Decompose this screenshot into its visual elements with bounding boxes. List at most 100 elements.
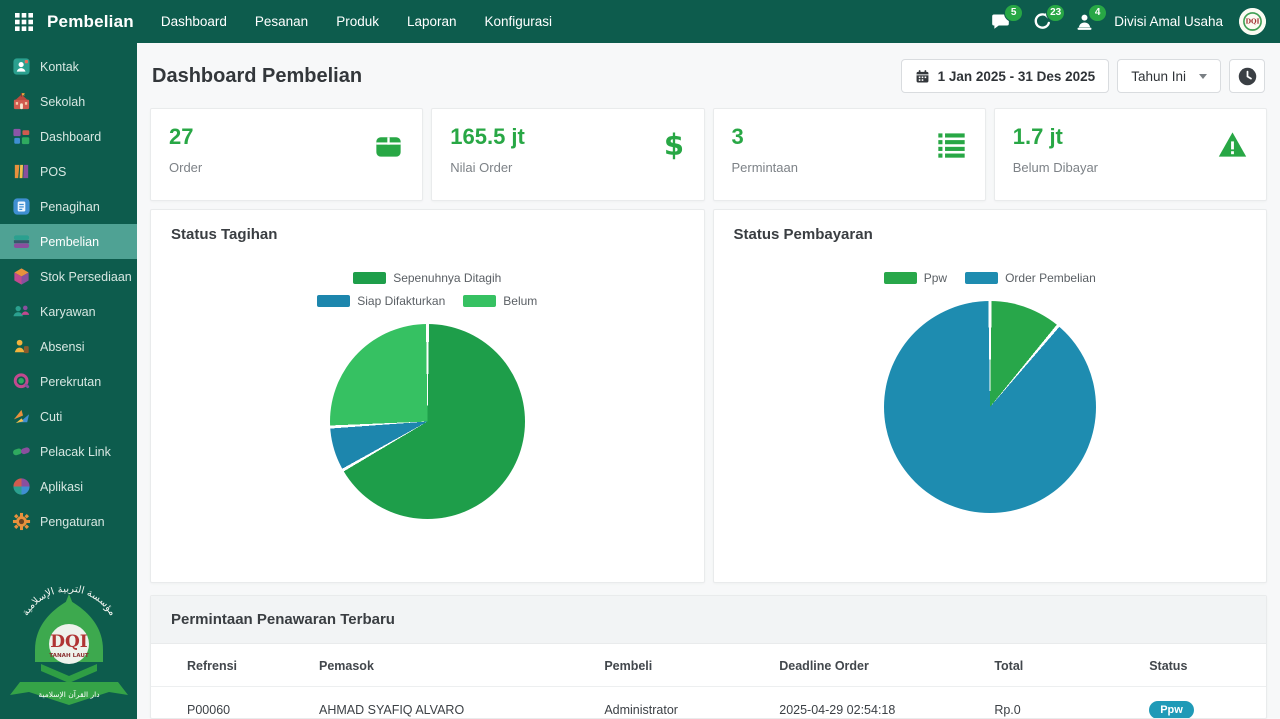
app-brand[interactable]: Pembelian (47, 12, 134, 32)
sidebar-item-absensi[interactable]: Absensi (0, 329, 137, 364)
sidebar-item-karyawan[interactable]: Karyawan (0, 294, 137, 329)
legend-item-sepenuhnya-ditagih[interactable]: Sepenuhnya Ditagih (353, 271, 501, 285)
sekolah-icon (12, 92, 31, 111)
pos-icon (12, 162, 31, 181)
header-controls: 1 Jan 2025 - 31 Des 2025 Tahun Ini (901, 59, 1265, 93)
sidebar-item-label: Dashboard (40, 130, 101, 144)
activity-icon[interactable]: 23 (1032, 11, 1056, 33)
stat-card-order[interactable]: 27Order (150, 108, 423, 201)
sidebar-item-cuti[interactable]: Cuti (0, 399, 137, 434)
sidebar-item-label: Perekrutan (40, 375, 101, 389)
nav-menu-item-produk[interactable]: Produk (323, 7, 392, 36)
sidebar-item-label: Penagihan (40, 200, 100, 214)
table-row[interactable]: P00060AHMAD SYAFIQ ALVAROAdministrator20… (151, 687, 1266, 719)
svg-text:$: $ (663, 129, 683, 161)
legend-label: Siap Difakturkan (357, 294, 445, 308)
legend-item-belum[interactable]: Belum (463, 294, 537, 308)
chevron-down-icon (1199, 74, 1207, 79)
history-button[interactable] (1229, 59, 1265, 93)
table-cell: Administrator (596, 687, 771, 719)
sidebar-item-label: Absensi (40, 340, 84, 354)
approvals-icon[interactable]: 4 (1074, 11, 1098, 33)
sidebar-item-penagihan[interactable]: Penagihan (0, 189, 137, 224)
column-header-pemasok[interactable]: Pemasok (311, 644, 596, 687)
table-cell-status: Ppw (1141, 687, 1266, 719)
pie-chart-status-tagihan (330, 324, 525, 519)
sidebar-item-label: Cuti (40, 410, 62, 424)
svg-text:DQI: DQI (1245, 18, 1259, 26)
svg-text:دار القرآن الإسلامية: دار القرآن الإسلامية (38, 689, 99, 699)
sidebar-item-pos[interactable]: POS (0, 154, 137, 189)
nav-menu-item-laporan[interactable]: Laporan (394, 7, 470, 36)
recent-quotations-table: RefrensiPemasokPembeliDeadline OrderTota… (151, 644, 1266, 719)
nav-menu-item-konfigurasi[interactable]: Konfigurasi (472, 7, 566, 36)
legend-swatch (317, 295, 350, 307)
date-range-label: 1 Jan 2025 - 31 Des 2025 (938, 69, 1096, 84)
company-switcher[interactable]: Divisi Amal Usaha (1114, 14, 1223, 29)
user-avatar[interactable]: DQI (1239, 8, 1266, 35)
legend-item-order-pembelian[interactable]: Order Pembelian (965, 271, 1096, 285)
pie-chart-status-pembayaran (884, 301, 1096, 513)
sidebar-item-sekolah[interactable]: Sekolah (0, 84, 137, 119)
top-navbar: Pembelian DashboardPesananProdukLaporanK… (0, 0, 1280, 43)
period-label: Tahun Ini (1131, 69, 1186, 84)
sidebar-item-label: Pelacak Link (40, 445, 111, 459)
chart-panel-status-tagihan: Status Tagihan Sepenuhnya Ditagih Siap Dif… (150, 209, 705, 583)
sidebar-item-label: Aplikasi (40, 480, 83, 494)
stat-label: Nilai Order (450, 160, 525, 175)
messages-icon[interactable]: 5 (990, 11, 1014, 33)
sidebar-item-label: Pengaturan (40, 515, 105, 529)
stat-label: Permintaan (732, 160, 798, 175)
sidebar: Kontak Sekolah Dashboard POS Penagihan Pembel… (0, 43, 137, 719)
stat-text: 1.7 jtBelum Dibayar (1013, 124, 1098, 188)
apps-grid-icon[interactable] (10, 8, 38, 36)
stat-text: 165.5 jt Nilai Order (450, 124, 525, 188)
legend-label: Belum (503, 294, 537, 308)
stat-card-belum-dibayar[interactable]: 1.7 jtBelum Dibayar (994, 108, 1267, 201)
sidebar-item-pelacak-link[interactable]: Pelacak Link (0, 434, 137, 469)
warning-icon (1217, 124, 1248, 188)
column-header-deadline-order[interactable]: Deadline Order (771, 644, 986, 687)
sidebar-item-perekrutan[interactable]: Perekrutan (0, 364, 137, 399)
notification-badge: 4 (1088, 4, 1107, 22)
column-header-total[interactable]: Total (986, 644, 1141, 687)
nav-menu-item-dashboard[interactable]: Dashboard (148, 7, 240, 36)
stat-value: 165.5 jt (450, 124, 525, 149)
stat-cards-row: 27Order 165.5 jt Nilai Order $3Permintaan 1.… (150, 108, 1267, 201)
notification-icons: 5 23 4 (990, 11, 1098, 33)
navbar-right: 5 23 4 Divisi Amal Usaha DQI (990, 8, 1266, 35)
recent-table-title: Permintaan Penawaran Terbaru (151, 596, 1266, 644)
column-header-refrensi[interactable]: Refrensi (151, 644, 311, 687)
stat-card-permintaan[interactable]: 3Permintaan (713, 108, 986, 201)
pengaturan-icon (12, 512, 31, 531)
sidebar-item-stok-persediaan[interactable]: Stok Persediaan (0, 259, 137, 294)
sidebar-item-label: Kontak (40, 60, 79, 74)
dashboard-icon (12, 127, 31, 146)
column-header-pembeli[interactable]: Pembeli (596, 644, 771, 687)
legend-item-siap-difakturkan[interactable]: Siap Difakturkan (317, 294, 445, 308)
list-icon (936, 124, 967, 188)
status-badge: Ppw (1149, 701, 1194, 719)
chart-title: Status Tagihan (171, 226, 684, 243)
recent-quotations-card: Permintaan Penawaran Terbaru RefrensiPem… (150, 595, 1267, 719)
sidebar-item-label: Sekolah (40, 95, 85, 109)
sidebar-item-kontak[interactable]: Kontak (0, 49, 137, 84)
date-range-button[interactable]: 1 Jan 2025 - 31 Des 2025 (901, 59, 1110, 93)
legend-swatch (884, 272, 917, 284)
sidebar-item-dashboard[interactable]: Dashboard (0, 119, 137, 154)
clock-icon (1237, 66, 1258, 87)
main-menu: DashboardPesananProdukLaporanKonfigurasi (148, 7, 565, 36)
notification-badge: 5 (1004, 4, 1023, 22)
table-cell: Rp.0 (986, 687, 1141, 719)
nav-menu-item-pesanan[interactable]: Pesanan (242, 7, 321, 36)
sidebar-item-pembelian[interactable]: Pembelian (0, 224, 137, 259)
sidebar-item-aplikasi[interactable]: Aplikasi (0, 469, 137, 504)
stat-card-nilai-order[interactable]: 165.5 jt Nilai Order $ (431, 108, 704, 201)
pelacak-link-icon (12, 442, 31, 461)
cuti-icon (12, 407, 31, 426)
legend-item-ppw[interactable]: Ppw (884, 271, 947, 285)
period-select[interactable]: Tahun Ini (1117, 59, 1221, 93)
legend-swatch (463, 295, 496, 307)
sidebar-item-pengaturan[interactable]: Pengaturan (0, 504, 137, 539)
column-header-status[interactable]: Status (1141, 644, 1266, 687)
